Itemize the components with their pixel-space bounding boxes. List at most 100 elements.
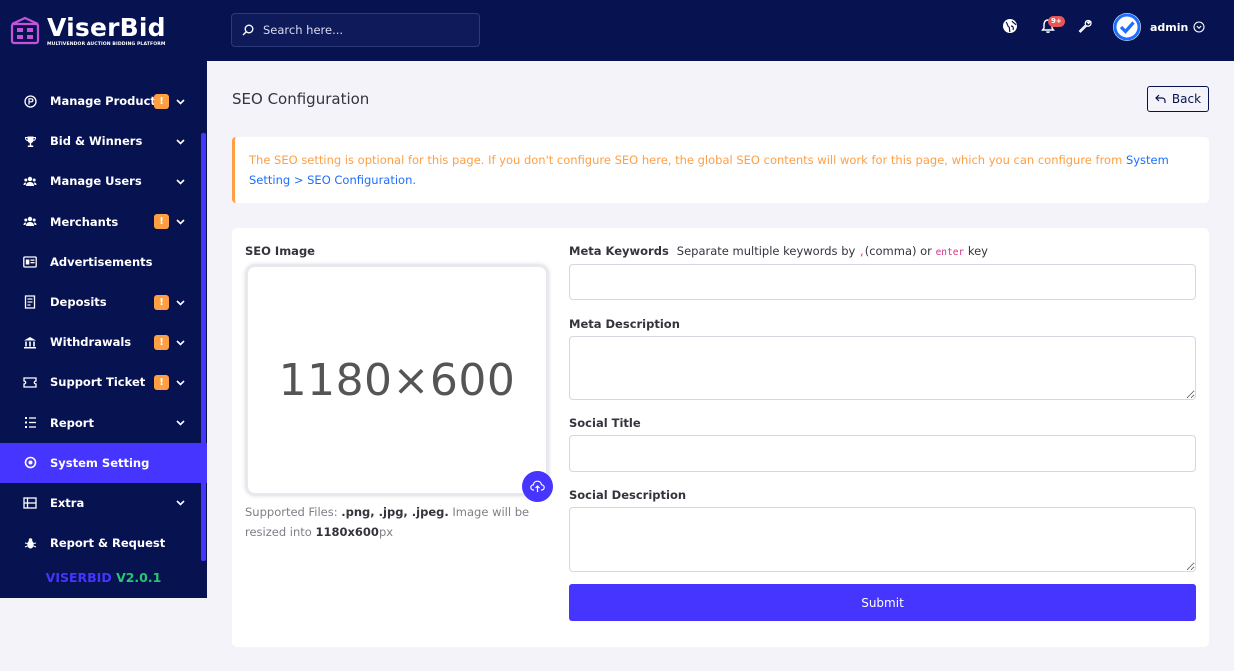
notification-badge: 9+	[1048, 16, 1065, 27]
warning-badge: !	[154, 214, 169, 230]
deposit-icon	[23, 295, 37, 309]
topbar: 9+ admin	[207, 0, 1234, 61]
bug-icon	[23, 536, 37, 550]
search-icon	[242, 24, 254, 36]
chevron-down-icon[interactable]	[174, 336, 186, 348]
meta-description-label: Meta Description	[569, 317, 680, 331]
wrench-icon[interactable]	[1076, 17, 1094, 35]
supported-suffix: px	[378, 525, 394, 539]
sidebar-scrollbar[interactable]	[201, 133, 206, 561]
product-icon	[23, 94, 37, 108]
sidebar-item-label: System Setting	[50, 455, 150, 470]
warning-badge: !	[154, 294, 169, 310]
globe-icon[interactable]	[1001, 17, 1019, 35]
sidebar-item-manage-products[interactable]: Manage Products!	[0, 81, 207, 121]
sidebar-item-label: Manage Users	[50, 174, 142, 189]
upload-image-button[interactable]	[522, 471, 553, 502]
hint-suffix: key	[964, 244, 988, 258]
seo-image-preview: 1180×600	[245, 264, 549, 496]
sidebar-item-advertisements[interactable]: Advertisements	[0, 242, 207, 282]
chevron-down-icon[interactable]	[174, 95, 186, 107]
chevron-down-icon[interactable]	[174, 175, 186, 187]
sidebar-item-report[interactable]: Report	[0, 403, 207, 443]
warning-badge: !	[154, 374, 169, 390]
sidebar: ViserBid MULTIVENDOR AUCTION BIDDING PLA…	[0, 0, 207, 598]
social-description-label: Social Description	[569, 488, 687, 502]
supported-files-note: Supported Files: .png, .jpg, .jpeg. Imag…	[245, 502, 535, 542]
chevron-down-icon[interactable]	[174, 135, 186, 147]
trophy-icon	[23, 134, 37, 148]
settings-icon	[23, 456, 37, 470]
search-box[interactable]	[231, 13, 480, 47]
back-button[interactable]: Back	[1147, 86, 1209, 112]
supported-size: 1180x600	[315, 525, 379, 539]
sidebar-item-label: Report	[50, 415, 94, 430]
sidebar-item-extra[interactable]: Extra	[0, 483, 207, 523]
ad-icon	[23, 255, 37, 269]
seo-info-alert: The SEO setting is optional for this pag…	[232, 137, 1209, 203]
brand-logo[interactable]: ViserBid MULTIVENDOR AUCTION BIDDING PLA…	[0, 0, 207, 61]
supported-prefix: Supported Files:	[245, 505, 342, 519]
chevron-down-icon[interactable]	[174, 417, 186, 429]
sidebar-item-label: Merchants	[50, 214, 119, 229]
sidebar-item-report-request[interactable]: Report & Request	[0, 523, 207, 563]
meta-keywords-input[interactable]	[569, 264, 1196, 300]
meta-keywords-hint: Separate multiple keywords by ,(comma) o…	[677, 244, 988, 258]
image-placeholder-text: 1180×600	[278, 354, 516, 406]
sidebar-item-support-ticket[interactable]: Support Ticket!	[0, 362, 207, 402]
seo-image-label: SEO Image	[245, 244, 315, 258]
alert-text: The SEO setting is optional for this pag…	[249, 153, 1126, 167]
supported-types: .png, .jpg, .jpeg.	[341, 505, 449, 519]
sidebar-item-label: Advertisements	[50, 254, 153, 269]
sidebar-item-label: Support Ticket	[50, 375, 146, 390]
page-title: SEO Configuration	[232, 90, 370, 108]
sidebar-item-withdrawals[interactable]: Withdrawals!	[0, 322, 207, 362]
chevron-down-icon[interactable]	[174, 216, 186, 228]
warning-badge: !	[154, 334, 169, 350]
sidebar-item-merchants[interactable]: Merchants!	[0, 202, 207, 242]
social-title-label: Social Title	[569, 416, 641, 430]
sidebar-item-label: Extra	[50, 495, 85, 510]
hint-enter: enter	[935, 247, 965, 258]
back-label: Back	[1171, 92, 1202, 106]
ticket-icon	[23, 375, 37, 389]
report-icon	[23, 416, 37, 430]
merchants-icon	[23, 215, 37, 229]
logo-icon	[10, 16, 40, 44]
cloud-upload-icon	[530, 480, 545, 492]
chevron-down-icon[interactable]	[174, 497, 186, 509]
chevron-down-icon[interactable]	[174, 376, 186, 388]
search-input[interactable]	[263, 23, 463, 37]
social-title-input[interactable]	[569, 435, 1196, 472]
brand-name: ViserBid	[47, 12, 166, 42]
version-name: VISERBID	[45, 570, 112, 585]
meta-description-input[interactable]	[569, 336, 1196, 400]
avatar[interactable]	[1113, 13, 1141, 41]
sidebar-item-deposits[interactable]: Deposits!	[0, 282, 207, 322]
social-description-input[interactable]	[569, 507, 1196, 572]
undo-icon	[1155, 94, 1166, 103]
meta-keywords-label-text: Meta Keywords	[569, 244, 669, 258]
users-icon	[23, 174, 37, 188]
hint-prefix: Separate multiple keywords by	[676, 244, 859, 258]
chevron-down-icon[interactable]	[1193, 21, 1205, 33]
version-label: VISERBID V2.0.1	[0, 570, 207, 585]
hint-middle: (comma) or	[864, 244, 936, 258]
sidebar-item-label: Withdrawals	[50, 335, 132, 350]
sidebar-item-manage-users[interactable]: Manage Users	[0, 161, 207, 201]
admin-name[interactable]: admin	[1150, 21, 1188, 34]
meta-keywords-label: Meta Keywords Separate multiple keywords …	[569, 244, 988, 258]
sidebar-item-label: Bid & Winners	[50, 134, 143, 149]
warning-badge: !	[154, 93, 169, 109]
brand-tagline: MULTIVENDOR AUCTION BIDDING PLATFORM	[47, 41, 166, 47]
sidebar-item-system-setting[interactable]: System Setting	[0, 442, 207, 483]
sidebar-item-bid-winners[interactable]: Bid & Winners	[0, 121, 207, 161]
chevron-down-icon[interactable]	[174, 296, 186, 308]
seo-form-card: SEO Image 1180×600 Supported Files: .png…	[232, 228, 1209, 647]
sidebar-item-label: Report & Request	[50, 536, 166, 551]
sidebar-item-label: Deposits	[50, 295, 107, 310]
sidebar-menu: Manage Products! Bid & Winners Manage User…	[0, 81, 207, 563]
server-icon	[23, 496, 37, 510]
submit-button[interactable]: Submit	[569, 584, 1196, 621]
version-number: V2.0.1	[116, 570, 162, 585]
